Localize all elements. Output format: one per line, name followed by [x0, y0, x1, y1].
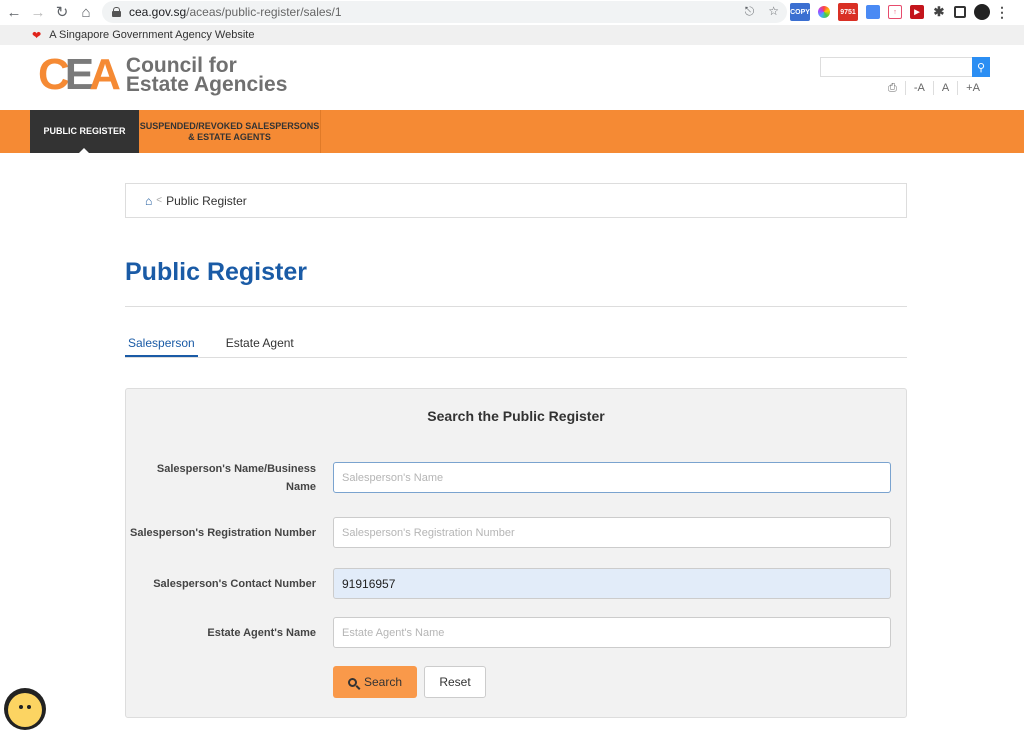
bookmark-star-icon[interactable]: ☆: [768, 4, 779, 19]
tab-estate-agent[interactable]: Estate Agent: [223, 329, 297, 357]
logo-text: Council for Estate Agencies: [125, 54, 288, 96]
salesperson-name-input[interactable]: [333, 462, 891, 493]
register-tabs: Salesperson Estate Agent: [125, 329, 907, 358]
home-icon[interactable]: ⌂: [76, 2, 96, 22]
nav-suspended-revoked[interactable]: SUSPENDED/REVOKED SALESPERSONS & ESTATE …: [139, 110, 321, 153]
cea-logo[interactable]: CEA Council for Estate Agencies: [38, 50, 288, 99]
site-search-input[interactable]: [820, 57, 972, 77]
search-button[interactable]: Search: [333, 666, 417, 698]
title-divider: [125, 306, 907, 307]
main-nav: PUBLIC REGISTER SUSPENDED/REVOKED SALESP…: [0, 110, 1024, 154]
name-label: Salesperson's Name/Business Name: [156, 462, 316, 493]
home-icon[interactable]: ⌂: [145, 194, 152, 208]
reset-button[interactable]: Reset: [424, 666, 486, 698]
search-panel: Search the Public Register Salesperson's…: [125, 388, 907, 718]
estate-agent-label: Estate Agent's Name: [207, 626, 316, 639]
estate-agent-name-input[interactable]: [333, 617, 891, 648]
page-title: Public Register: [125, 258, 307, 286]
forward-icon[interactable]: →: [28, 2, 48, 22]
increase-font-button[interactable]: +A: [957, 81, 988, 95]
translate-extension-icon[interactable]: [866, 5, 880, 19]
registration-row: Salesperson's Registration Number: [126, 517, 906, 548]
breadcrumb-current: Public Register: [166, 193, 247, 208]
name-row: Salesperson's Name/Business Name: [126, 462, 906, 493]
gov-banner: ❤ A Singapore Government Agency Website: [0, 25, 1024, 45]
chatbot-launcher[interactable]: [4, 688, 46, 730]
tab-salesperson[interactable]: Salesperson: [125, 329, 198, 357]
registration-label: Salesperson's Registration Number: [129, 526, 316, 539]
singapore-lion-icon: ❤: [32, 29, 42, 42]
search-icon: ⚲: [976, 61, 986, 74]
search-panel-title: Search the Public Register: [427, 408, 605, 424]
browser-toolbar: ← → ↻ ⌂ cea.gov.sg/aceas/public-register…: [0, 0, 1024, 25]
registration-number-input[interactable]: [333, 517, 891, 548]
color-picker-extension-icon[interactable]: [818, 6, 830, 18]
upload-extension-icon[interactable]: ↑: [888, 5, 902, 19]
site-search: ⚲: [820, 57, 990, 77]
extensions-puzzle-icon[interactable]: ✱: [932, 3, 946, 21]
logo-mark: CEA: [38, 50, 121, 99]
side-panel-icon[interactable]: [954, 6, 966, 18]
reload-icon[interactable]: ↻: [52, 2, 72, 22]
form-actions: Search Reset: [333, 666, 486, 698]
font-size-tools: ⎙ -A A +A: [880, 81, 988, 95]
chatbot-face-icon: [8, 693, 42, 727]
site-header: CEA Council for Estate Agencies ⚲ ⎙ -A A…: [0, 45, 1024, 110]
nav-public-register[interactable]: PUBLIC REGISTER: [30, 110, 139, 154]
copy-extension-icon[interactable]: COPY: [790, 3, 810, 21]
back-icon[interactable]: ←: [4, 2, 24, 22]
decrease-font-button[interactable]: -A: [904, 81, 933, 95]
contact-label: Salesperson's Contact Number: [153, 577, 316, 590]
print-icon[interactable]: ⎙: [880, 81, 905, 95]
profile-avatar[interactable]: [974, 4, 990, 20]
share-icon[interactable]: ⎋: [745, 4, 755, 19]
breadcrumb: ⌂ < Public Register: [125, 183, 907, 218]
contact-number-input[interactable]: [333, 568, 891, 599]
reset-font-button[interactable]: A: [932, 81, 957, 95]
video-extension-icon[interactable]: ▶: [910, 5, 924, 19]
menu-dots-icon[interactable]: ⋮: [995, 3, 1009, 21]
breadcrumb-separator: <: [156, 195, 163, 206]
lock-icon: [112, 7, 121, 17]
estate-agent-row: Estate Agent's Name: [126, 617, 906, 648]
gmail-extension-icon[interactable]: 9751: [838, 3, 858, 21]
url-text: cea.gov.sg/aceas/public-register/sales/1: [129, 5, 342, 19]
search-icon: [347, 677, 357, 687]
address-bar[interactable]: cea.gov.sg/aceas/public-register/sales/1…: [102, 1, 787, 23]
main-content: ⌂ < Public Register Public Register Sale…: [125, 183, 907, 718]
extensions-bar: COPY 9751 ↑ ▶ ✱ ⋮: [790, 3, 1009, 21]
contact-row: Salesperson's Contact Number: [126, 568, 906, 599]
site-search-button[interactable]: ⚲: [972, 57, 990, 77]
gov-banner-text: A Singapore Government Agency Website: [49, 29, 255, 41]
